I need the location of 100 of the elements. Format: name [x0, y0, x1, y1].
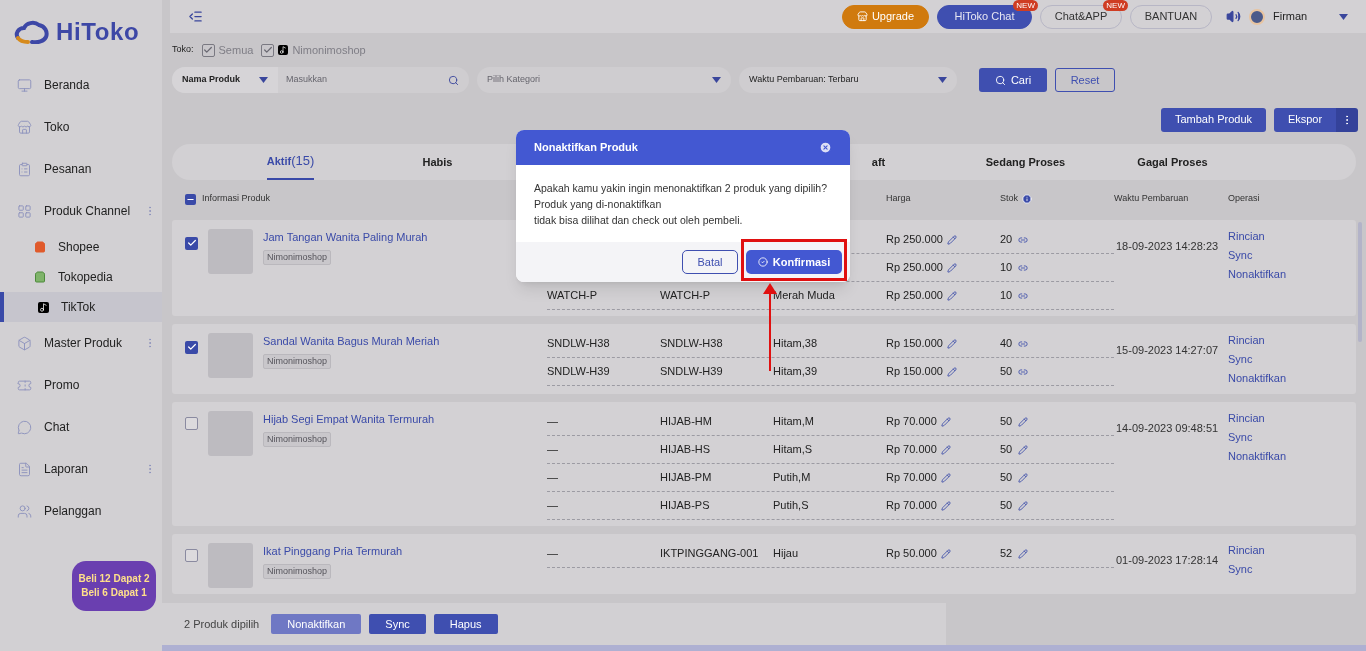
stock-cell-text: 20: [1000, 232, 1013, 248]
grid-icon: [17, 203, 32, 219]
operation-link[interactable]: Sync: [1228, 246, 1253, 265]
table-cell: Hitam,38: [773, 337, 818, 350]
operation-link[interactable]: Nonaktifkan: [1228, 265, 1287, 284]
confirm-button[interactable]: Konfirmasi: [746, 250, 842, 274]
pencil-icon[interactable]: [940, 472, 951, 483]
checkbox[interactable]: [185, 417, 198, 430]
table-cell: WATCH-P: [660, 289, 711, 302]
info-icon[interactable]: [1022, 194, 1032, 204]
pencil-icon[interactable]: [1018, 444, 1029, 455]
tab[interactable]: Sedang Proses: [952, 144, 1099, 180]
checkbox[interactable]: [261, 43, 275, 57]
export-button[interactable]: Ekspor: [1274, 107, 1336, 132]
product-name[interactable]: Ikat Pinggang Pria Termurah: [263, 543, 403, 560]
sidebar-subitem[interactable]: TikTok: [0, 292, 162, 322]
checkbox[interactable]: [201, 43, 215, 57]
cancel-button[interactable]: Batal: [682, 250, 738, 274]
stock-cell-text: 10: [1000, 288, 1013, 304]
operation-link[interactable]: Rincian: [1228, 331, 1265, 350]
table-cell: HIJAB-HM: [660, 415, 712, 428]
table-cell: HIJAB-PS: [660, 499, 710, 512]
tab[interactable]: Habis: [364, 144, 511, 180]
sidebar-subitem[interactable]: Tokopedia: [0, 262, 162, 292]
column-header: Stok: [1000, 192, 1018, 206]
price-cell-text: Rp 150.000: [886, 364, 943, 380]
category-select[interactable]: Pilih Kategori: [477, 67, 731, 93]
pencil-icon[interactable]: [1018, 472, 1029, 483]
dialog-message: Apakah kamu yakin ingin menonaktifkan 2 produk yang dipilih? Produk yang di-nonaktifkan tidak bisa dilihat dan check out oleh pembeli.: [533, 181, 828, 228]
pencil-icon[interactable]: [940, 500, 951, 511]
table-cell: HIJAB-PM: [660, 471, 712, 484]
operation-link[interactable]: Sync: [1228, 350, 1253, 369]
checkbox[interactable]: [185, 193, 196, 205]
menu-icon[interactable]: [188, 9, 203, 24]
pencil-icon[interactable]: [946, 262, 957, 273]
operation-link[interactable]: Rincian: [1228, 227, 1265, 246]
search-field[interactable]: Nama Produk Masukkan: [172, 67, 469, 93]
bulk-action-button[interactable]: Sync: [369, 614, 426, 634]
caret-icon: [1339, 13, 1348, 20]
link-icon[interactable]: [1018, 338, 1029, 349]
operation-link[interactable]: Rincian: [1228, 541, 1265, 560]
link-icon[interactable]: [1018, 290, 1029, 301]
bulk-action-button[interactable]: Nonaktifkan: [271, 614, 362, 634]
operation-link[interactable]: Sync: [1228, 560, 1253, 579]
pencil-icon[interactable]: [946, 366, 957, 377]
pencil-icon[interactable]: [1018, 416, 1029, 427]
pencil-icon[interactable]: [946, 290, 957, 301]
operation-link[interactable]: Sync: [1228, 428, 1253, 447]
sort-select[interactable]: Waktu Pembaruan: Terbaru: [739, 67, 957, 93]
operation-link[interactable]: Rincian: [1228, 409, 1265, 428]
product-name[interactable]: Jam Tangan Wanita Paling Murah: [263, 229, 428, 246]
checkbox[interactable]: [185, 340, 198, 354]
pencil-icon[interactable]: [940, 444, 951, 455]
stock-cell-text: 50: [1000, 498, 1013, 514]
pencil-icon[interactable]: [1018, 548, 1029, 559]
checkbox[interactable]: [185, 549, 198, 562]
more-icon[interactable]: [1336, 107, 1358, 132]
bulk-action-button[interactable]: Hapus: [433, 614, 498, 634]
sidebar-subitem[interactable]: Shopee: [0, 232, 162, 262]
search-button[interactable]: Cari: [979, 68, 1047, 92]
pencil-icon[interactable]: [946, 234, 957, 245]
pencil-icon[interactable]: [940, 548, 951, 559]
tab[interactable]: Aktif(15): [217, 144, 364, 180]
header-button[interactable]: BANTUAN: [1130, 4, 1212, 29]
close-icon[interactable]: [819, 141, 832, 154]
speaker-icon[interactable]: [1226, 9, 1241, 24]
tab[interactable]: Gagal Proses: [1099, 144, 1246, 180]
caret-icon: [938, 77, 947, 83]
sidebar-item[interactable]: Beranda: [0, 64, 162, 106]
sidebar-item[interactable]: Produk Channel: [0, 190, 162, 232]
sidebar-item[interactable]: Pelanggan: [0, 490, 162, 532]
reset-button[interactable]: Reset: [1055, 68, 1115, 92]
pencil-icon[interactable]: [946, 338, 957, 349]
pencil-icon[interactable]: [940, 416, 951, 427]
operation-link[interactable]: Nonaktifkan: [1228, 447, 1287, 466]
table-cell: —: [547, 499, 558, 512]
link-icon[interactable]: [1018, 234, 1029, 245]
sidebar-item[interactable]: Promo: [0, 364, 162, 406]
stock-cell-text: 50: [1000, 442, 1013, 458]
link-icon[interactable]: [1018, 366, 1029, 377]
pencil-icon[interactable]: [1018, 500, 1029, 511]
product-name[interactable]: Sandal Wanita Bagus Murah Meriah: [263, 333, 440, 350]
check-icon: [186, 342, 197, 352]
sidebar-item[interactable]: Master Produk: [0, 322, 162, 364]
promo-badge[interactable]: Beli 12 Dapat 2 Beli 6 Dapat 1: [72, 561, 156, 611]
bag-icon: [34, 271, 46, 283]
sidebar-item[interactable]: Chat: [0, 406, 162, 448]
checkbox[interactable]: [185, 236, 198, 250]
operation-link[interactable]: Nonaktifkan: [1228, 369, 1287, 388]
link-icon[interactable]: [1018, 262, 1029, 273]
cube-icon: [17, 335, 32, 351]
add-product-button[interactable]: Tambah Produk: [1161, 107, 1266, 132]
sidebar-item[interactable]: Toko: [0, 106, 162, 148]
sidebar-item[interactable]: Laporan: [0, 448, 162, 490]
user-name[interactable]: Firman: [1273, 8, 1331, 25]
promo-text: Beli 12 Dapat 2: [78, 573, 150, 585]
tab[interactable]: aft: [805, 144, 952, 180]
product-name[interactable]: Hijab Segi Empat Wanita Termurah: [263, 411, 435, 428]
table-cell: —: [547, 471, 558, 484]
sidebar-item[interactable]: Pesanan: [0, 148, 162, 190]
